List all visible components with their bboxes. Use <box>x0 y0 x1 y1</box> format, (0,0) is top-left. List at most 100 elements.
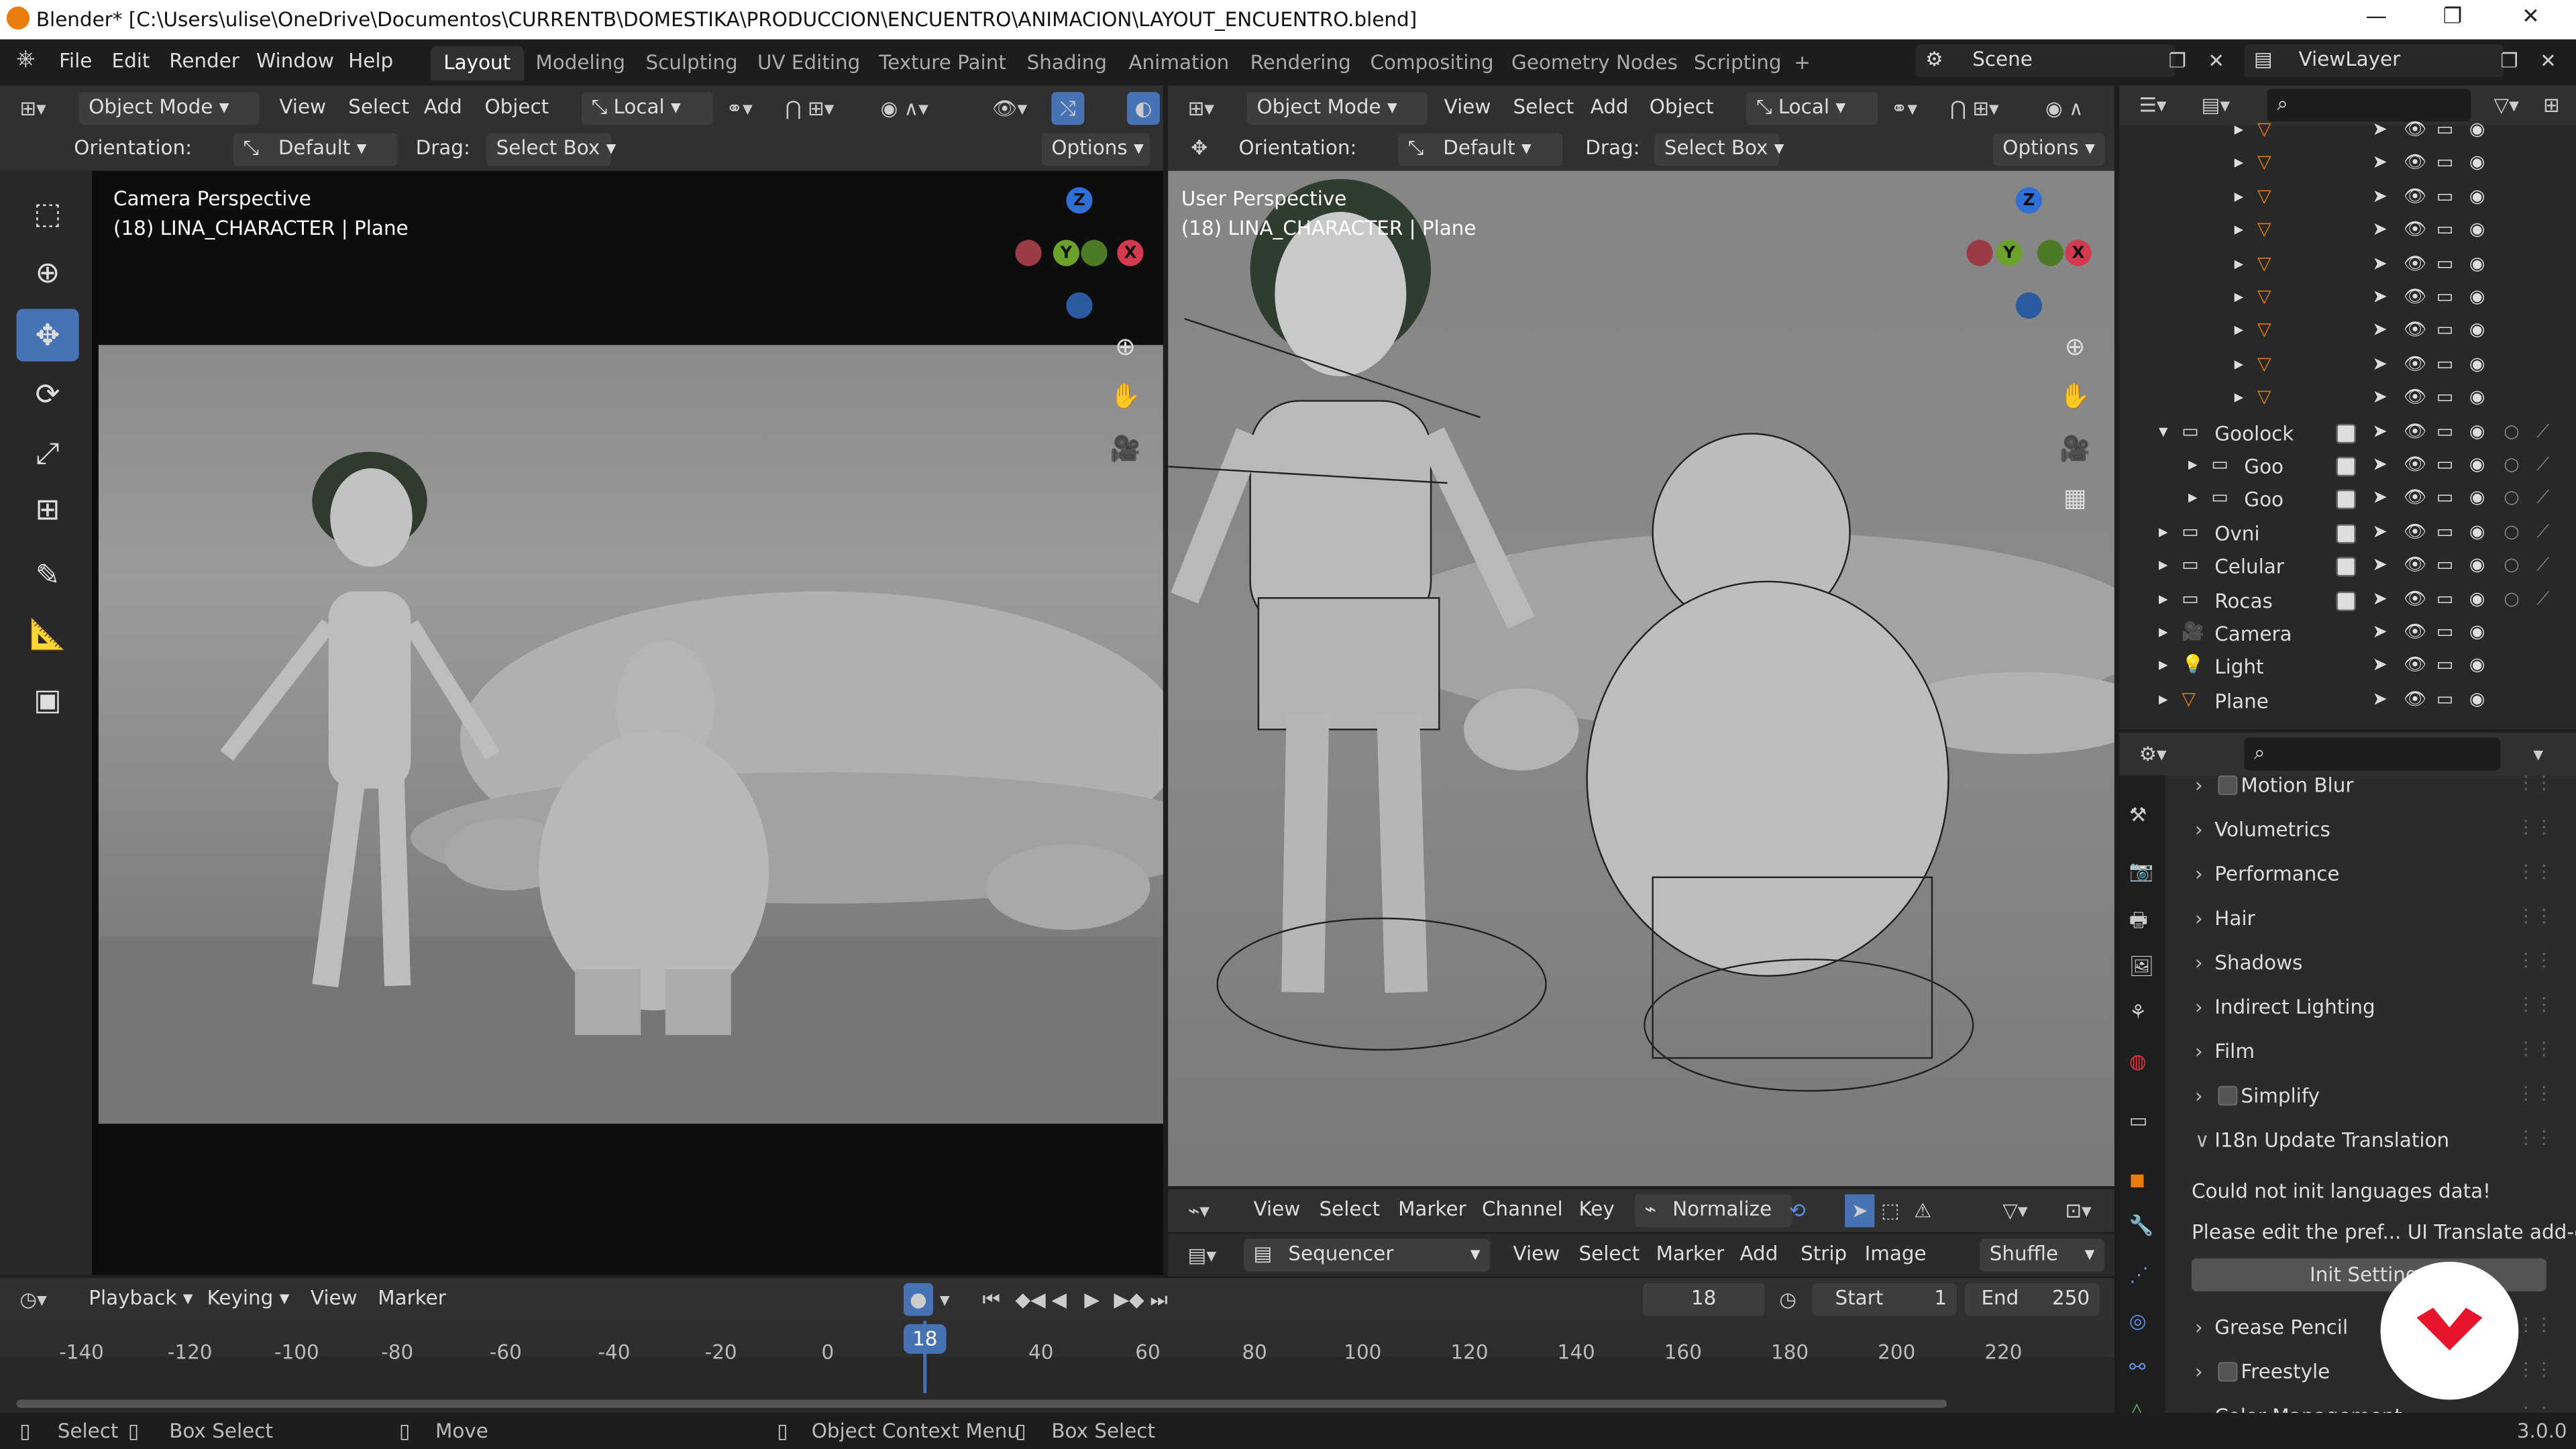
select-arrow-icon[interactable]: ➤ <box>2372 152 2387 173</box>
expand-arrow-icon[interactable]: ▸ <box>2235 353 2244 374</box>
eye-icon[interactable]: 👁 <box>2404 453 2426 475</box>
constraints-tab-icon[interactable]: ⚯ <box>2129 1354 2146 1380</box>
play-icon[interactable]: ▶ <box>1084 1287 1099 1313</box>
proportional-edit-icon[interactable]: ◉ ∧▾ <box>881 95 928 121</box>
proportional-edit-icon-2[interactable]: ◉ ∧ <box>2045 95 2084 121</box>
viewport-display-icon[interactable]: ▭ <box>2436 621 2453 643</box>
seq-view-menu[interactable]: View <box>1513 1242 1560 1265</box>
gizmo-x-axis[interactable]: X <box>1117 239 1144 266</box>
exclude-checkbox[interactable] <box>2336 490 2356 511</box>
select-box-tool[interactable]: ⬚ <box>16 187 78 239</box>
select-arrow-icon[interactable]: ➤ <box>2372 386 2387 408</box>
gizmo-z-axis-2[interactable]: Z <box>2015 187 2043 214</box>
sequencer-type-dropdown[interactable]: ▤ Sequencer ▾ <box>1243 1238 1491 1272</box>
expand-arrow-icon[interactable]: ▾ <box>2159 420 2168 441</box>
drag-grip-icon[interactable]: ⋮⋮ <box>2517 994 2553 1016</box>
object-menu[interactable]: Object <box>484 95 549 118</box>
add-workspace-button[interactable]: + <box>1781 46 1824 80</box>
tab-compositing[interactable]: Compositing <box>1357 46 1507 80</box>
expand-arrow-icon[interactable]: ▸ <box>2235 152 2244 173</box>
transform-orientation-dropdown[interactable]: ⤡ Local ▾ <box>581 92 713 125</box>
seq-image-menu[interactable]: Image <box>1865 1242 1927 1265</box>
drag-dropdown[interactable]: Select Box ▾ <box>486 133 616 166</box>
outliner-row[interactable]: ▸ ▽ ➤ 👁 ▭ ◉ <box>2119 249 2576 282</box>
show-hidden-icon[interactable]: ⬚ <box>1881 1197 1900 1224</box>
viewport-display-icon[interactable]: ▭ <box>2436 655 2453 676</box>
eye-icon[interactable]: 👁 <box>2404 118 2426 140</box>
outliner-row[interactable]: ▸ ▭ Goo ➤ 👁 ▭ ◉ ○ ⟋ <box>2119 450 2576 483</box>
viewport-display-icon[interactable]: ▭ <box>2436 152 2453 173</box>
select-arrow-icon[interactable]: ➤ <box>2372 118 2387 140</box>
select-arrow-icon[interactable]: ➤ <box>2372 353 2387 374</box>
eye-icon[interactable]: 👁 <box>2404 688 2426 710</box>
render-camera-icon[interactable]: ◉ <box>2469 252 2485 274</box>
shuffle-dropdown[interactable]: Shuffle ▾ <box>1980 1238 2105 1272</box>
select-menu-2[interactable]: Select <box>1513 95 1574 118</box>
outliner-row[interactable]: ▸ ▽ Plane ➤ 👁 ▭ ◉ <box>2119 685 2576 718</box>
exclude-checkbox[interactable] <box>2336 423 2356 443</box>
render-camera-icon[interactable]: ◉ <box>2469 655 2485 676</box>
only-errors-icon[interactable]: ⚠ <box>1914 1197 1931 1224</box>
holdout-icon[interactable]: ○ <box>2504 554 2520 576</box>
select-arrow-icon[interactable]: ➤ <box>2372 588 2387 609</box>
eye-icon[interactable]: 👁 <box>2404 655 2426 676</box>
tab-layout[interactable]: Layout <box>430 46 524 80</box>
panel-simplify[interactable]: › Simplify ⋮⋮ <box>2185 1076 2559 1119</box>
exclude-checkbox[interactable] <box>2336 523 2356 544</box>
drag-grip-icon[interactable]: ⋮⋮ <box>2517 861 2553 882</box>
minimize-icon[interactable]: — <box>2366 5 2387 30</box>
select-menu[interactable]: Select <box>348 95 409 118</box>
eye-icon[interactable]: 👁 <box>2404 386 2426 408</box>
snap-icon-2[interactable]: ⋂ ⊞▾ <box>1950 95 1999 121</box>
graph-view-menu[interactable]: View <box>1254 1197 1301 1220</box>
drag-dropdown-2[interactable]: Select Box ▾ <box>1654 133 1784 166</box>
expand-arrow-icon[interactable]: ▸ <box>2159 688 2168 710</box>
orientation-dropdown[interactable]: ⤡ Default ▾ <box>233 133 398 166</box>
orientation-dropdown-2[interactable]: ⤡ Default ▾ <box>1398 133 1562 166</box>
expand-arrow-icon[interactable]: ▸ <box>2159 521 2168 542</box>
select-arrow-icon[interactable]: ➤ <box>2372 420 2387 441</box>
eye-icon[interactable]: 👁 <box>2404 185 2426 207</box>
zoom-icon-2[interactable]: ⊕ <box>2053 325 2096 368</box>
outliner-row[interactable]: ▸ ▭ Ovni ➤ 👁 ▭ ◉ ○ ⟋ <box>2119 517 2576 550</box>
expand-arrow-icon[interactable]: ▸ <box>2235 386 2244 408</box>
outliner-row[interactable]: ▾ ▭ Goolock ➤ 👁 ▭ ◉ ○ ⟋ <box>2119 417 2576 449</box>
pan-hand-icon-2[interactable]: ✋ <box>2053 374 2096 417</box>
add-menu[interactable]: Add <box>424 95 462 118</box>
object-menu-2[interactable]: Object <box>1650 95 1714 118</box>
expand-arrow-icon[interactable]: ▸ <box>2235 319 2244 341</box>
select-arrow-icon[interactable]: ➤ <box>2372 319 2387 341</box>
viewport-display-icon[interactable]: ▭ <box>2436 453 2453 475</box>
modifier-tab-icon[interactable]: 🔧 <box>2129 1212 2154 1238</box>
select-arrow-icon[interactable]: ➤ <box>2372 621 2387 643</box>
timeline-view-menu[interactable]: View <box>311 1287 358 1309</box>
eye-icon[interactable]: 👁 <box>2404 521 2426 542</box>
properties-editor-type-icon[interactable]: ⚙▾ <box>2139 741 2167 767</box>
eye-icon[interactable]: 👁 <box>2404 621 2426 643</box>
gizmo-y-axis[interactable]: Y <box>1053 239 1079 266</box>
select-arrow-icon[interactable]: ➤ <box>2372 554 2387 576</box>
gizmo-neg-z-axis-2[interactable] <box>2015 292 2043 319</box>
outliner-row[interactable]: ▸ ▭ Goo ➤ 👁 ▭ ◉ ○ ⟋ <box>2119 484 2576 517</box>
timeline-area[interactable]: 18 <box>0 1320 2114 1413</box>
viewport-display-icon[interactable]: ▭ <box>2436 219 2453 240</box>
physics-tab-icon[interactable]: ◎ <box>2129 1307 2147 1334</box>
tool-tab-icon[interactable]: ⚒ <box>2129 802 2147 828</box>
drag-grip-icon[interactable]: ⋮⋮ <box>2517 1314 2553 1336</box>
graph-editor-type-icon[interactable]: ⌁▾ <box>1188 1197 1210 1224</box>
timeline-marker-menu[interactable]: Marker <box>378 1287 446 1309</box>
tab-modeling[interactable]: Modeling <box>523 46 639 80</box>
move-tool[interactable]: ✥ <box>16 309 79 362</box>
viewport-display-icon[interactable]: ▭ <box>2436 386 2453 408</box>
outliner-row[interactable]: ▸ ▽ ➤ 👁 ▭ ◉ <box>2119 182 2576 215</box>
close-icon[interactable]: ✕ <box>2522 5 2540 30</box>
panel-volumetrics[interactable]: › Volumetrics ⋮⋮ <box>2185 810 2559 853</box>
viewport-display-icon[interactable]: ▭ <box>2436 487 2453 508</box>
viewport-display-icon[interactable]: ▭ <box>2436 688 2453 710</box>
outliner-row[interactable]: ▸ ▽ ➤ 👁 ▭ ◉ <box>2119 215 2576 248</box>
expand-arrow-icon[interactable]: ▸ <box>2235 252 2244 274</box>
panel-enable-checkbox[interactable] <box>2218 775 2238 796</box>
pivot-icon-2[interactable]: ⚭▾ <box>1891 95 1917 121</box>
pivot-icon[interactable]: ⚭▾ <box>726 95 752 121</box>
select-arrow-icon[interactable]: ➤ <box>2372 219 2387 240</box>
